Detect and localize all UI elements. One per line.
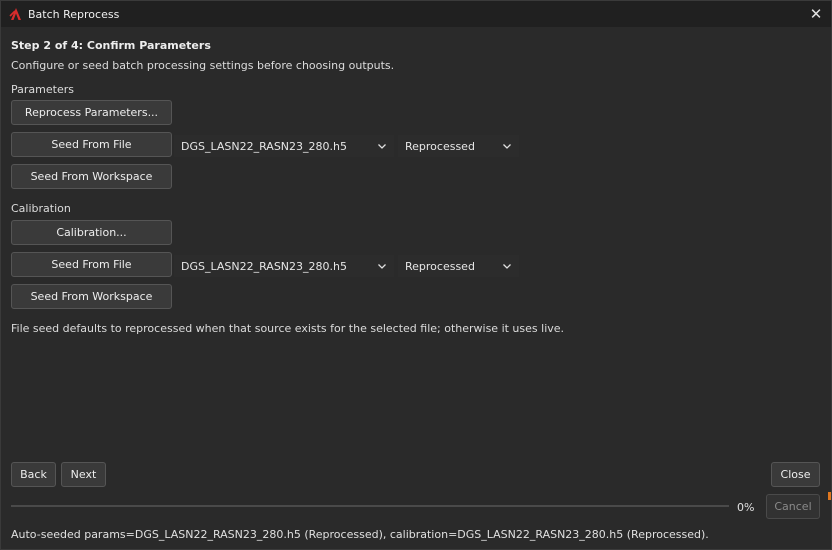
calibration-source-select-value: Reprocessed [405,259,475,273]
chevron-down-icon [378,264,386,269]
calibration-file-select[interactable]: DGS_LASN22_RASN23_280.h5 [174,255,394,277]
batch-reprocess-dialog: Batch Reprocess ✕ Step 2 of 4: Confirm P… [0,0,832,550]
reprocess-parameters-button[interactable]: Reprocess Parameters... [11,100,172,125]
status-message: Auto-seeded params=DGS_LASN22_RASN23_280… [11,528,709,541]
chevron-down-icon [503,144,511,149]
next-button[interactable]: Next [61,462,106,487]
resize-edge-marker [828,492,831,500]
calibration-seed-from-file-button[interactable]: Seed From File [11,252,172,277]
chevron-down-icon [503,264,511,269]
progress-percent: 0% [737,501,755,514]
parameters-source-select[interactable]: Reprocessed [398,135,519,157]
calibration-file-select-value: DGS_LASN22_RASN23_280.h5 [181,259,347,273]
close-icon[interactable]: ✕ [801,1,831,27]
close-button[interactable]: Close [771,462,820,487]
calibration-button[interactable]: Calibration... [11,220,172,245]
window-title: Batch Reprocess [28,8,120,21]
seed-hint-text: File seed defaults to reprocessed when t… [11,322,565,335]
cancel-button[interactable]: Cancel [766,494,820,519]
app-logo-icon [9,8,21,20]
step-description: Configure or seed batch processing setti… [11,59,395,72]
calibration-source-select[interactable]: Reprocessed [398,255,519,277]
chevron-down-icon [378,144,386,149]
title-bar: Batch Reprocess ✕ [1,1,831,27]
step-heading: Step 2 of 4: Confirm Parameters [11,39,211,52]
calibration-section-label: Calibration [11,202,71,215]
parameters-file-select-value: DGS_LASN22_RASN23_280.h5 [181,139,347,153]
parameters-section-label: Parameters [11,83,74,96]
parameters-file-select[interactable]: DGS_LASN22_RASN23_280.h5 [174,135,394,157]
parameters-seed-from-file-button[interactable]: Seed From File [11,132,172,157]
parameters-seed-from-workspace-button[interactable]: Seed From Workspace [11,164,172,189]
back-button[interactable]: Back [11,462,56,487]
progress-bar [11,505,729,507]
calibration-seed-from-workspace-button[interactable]: Seed From Workspace [11,284,172,309]
parameters-source-select-value: Reprocessed [405,139,475,153]
